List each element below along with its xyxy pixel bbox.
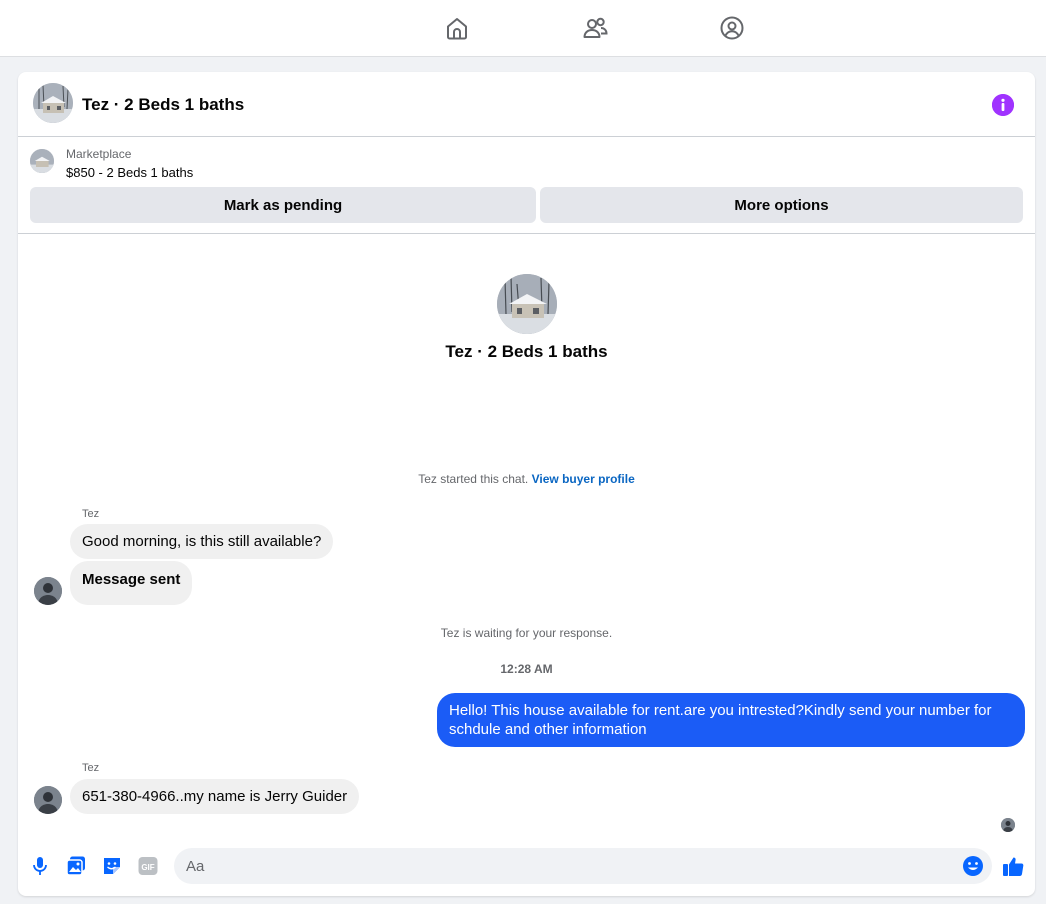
thumbs-up-icon[interactable] xyxy=(1002,855,1024,877)
sticker-icon[interactable] xyxy=(101,855,123,877)
marketplace-label: Marketplace xyxy=(66,147,132,161)
chat-started-text: Tez started this chat. xyxy=(418,472,529,486)
photo-icon[interactable] xyxy=(65,855,87,877)
message-sender: Tez xyxy=(82,762,100,774)
chat-window: Tez · 2 Beds 1 baths Marketplace $850 - … xyxy=(18,72,1035,896)
emoji-icon[interactable] xyxy=(962,855,984,877)
top-navigation xyxy=(0,0,1046,57)
gif-icon[interactable]: GIF xyxy=(137,855,159,877)
mark-as-pending-button[interactable]: Mark as pending xyxy=(30,187,536,223)
microphone-icon[interactable] xyxy=(29,855,51,877)
message-timestamp: 12:28 AM xyxy=(500,662,553,676)
incoming-message[interactable]: 651-380-4966..my name is Jerry Guider xyxy=(70,779,360,814)
incoming-message[interactable]: Message sent xyxy=(70,561,193,605)
incoming-message[interactable]: Good morning, is this still available? xyxy=(70,524,334,559)
profile-icon[interactable] xyxy=(718,14,746,42)
chat-header: Tez · 2 Beds 1 baths xyxy=(18,72,1035,137)
read-receipt-avatar xyxy=(1001,818,1015,832)
more-options-button[interactable]: More options xyxy=(540,187,1023,223)
sender-avatar[interactable] xyxy=(34,786,62,814)
outgoing-message[interactable]: Hello! This house available for rent.are… xyxy=(437,693,1025,747)
message-input[interactable] xyxy=(174,848,992,884)
sender-avatar[interactable] xyxy=(34,577,62,605)
conversation-title: Tez · 2 Beds 1 baths xyxy=(445,342,608,361)
conversation-avatar xyxy=(497,274,557,334)
gif-label: GIF xyxy=(141,863,154,872)
people-icon[interactable] xyxy=(581,14,609,42)
marketplace-bar: Marketplace $850 - 2 Beds 1 baths Mark a… xyxy=(18,137,1035,234)
listing-thumbnail[interactable] xyxy=(30,149,54,173)
chat-title: Tez · 2 Beds 1 baths xyxy=(82,95,245,114)
waiting-notice: Tez is waiting for your response. xyxy=(440,626,613,640)
message-sender: Tez xyxy=(82,508,100,520)
chat-started-notice: Tez started this chat. View buyer profil… xyxy=(18,472,1035,486)
listing-avatar[interactable] xyxy=(33,83,73,123)
info-icon[interactable] xyxy=(992,94,1014,116)
view-buyer-profile-link[interactable]: View buyer profile xyxy=(532,472,635,486)
home-icon[interactable] xyxy=(443,14,471,42)
listing-summary[interactable]: $850 - 2 Beds 1 baths xyxy=(66,165,193,180)
